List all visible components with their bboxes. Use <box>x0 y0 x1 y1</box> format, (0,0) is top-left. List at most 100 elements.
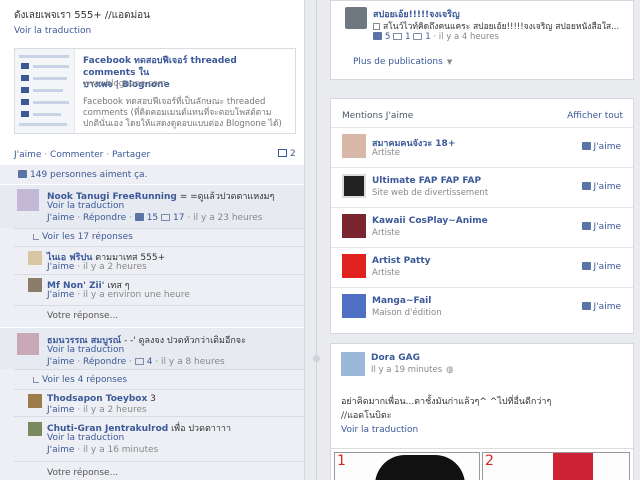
liked-page-item[interactable]: Manga~Fail Maison d'édition J'aime <box>331 287 633 327</box>
reply-icon <box>134 358 144 365</box>
see-translation-link[interactable]: Voir la traduction <box>14 26 91 36</box>
comment-item: Nook Tanugi FreeRunning = =ดูแล้วปวดตาแห… <box>0 184 304 228</box>
comic-panel: 2 <box>482 452 630 480</box>
comment-text: 3 <box>147 394 156 404</box>
see-translation-link[interactable]: Voir la traduction <box>47 433 124 443</box>
thumbs-up-icon <box>581 302 591 310</box>
like-comment-link[interactable]: J'aime <box>47 290 74 300</box>
reply-item: ไนเอ ฟริปน ตามมาเทส 555+ J'aime · il y a… <box>0 247 304 274</box>
comment-count[interactable]: 2 <box>278 149 296 159</box>
see-translation-link[interactable]: Voir la traduction <box>47 345 124 355</box>
avatar[interactable] <box>28 394 42 408</box>
post-image[interactable]: 1 2 <box>331 448 633 480</box>
reply-item: Mf Non' Zii' เทส ๆ J'aime · il y a envir… <box>0 275 304 305</box>
thumbs-up-icon <box>581 182 591 190</box>
comment-timestamp: il y a 23 heures <box>193 213 263 223</box>
comment-likes-count[interactable]: 15 <box>134 213 158 223</box>
view-replies-link[interactable]: Voir les 4 réponses <box>33 375 127 385</box>
reply-input[interactable]: Votre réponse... <box>47 468 118 478</box>
like-comment-link[interactable]: J'aime <box>47 213 74 223</box>
liked-page-item[interactable]: Ultimate FAP FAP FAP Site web de diverti… <box>331 167 633 207</box>
share-icon <box>413 33 423 40</box>
comment-timestamp: il y a 16 minutes <box>83 445 159 455</box>
avatar[interactable] <box>28 251 42 265</box>
comic-panel: 1 <box>334 452 480 480</box>
thumbs-up-icon <box>134 213 144 221</box>
shared-link-card[interactable]: Facebook ทดสอบฟีเจอร์ threaded comments … <box>14 48 296 134</box>
page-name[interactable]: Kawaii CosPlay~Anime <box>372 216 488 226</box>
shared-link-description: Facebook ทดสอบฟีเจอร์ที่เป็นลักษณะ threa… <box>83 97 282 129</box>
avatar[interactable] <box>28 422 42 436</box>
avatar[interactable] <box>345 7 367 29</box>
reply-arrow-icon <box>33 234 39 240</box>
comment-item: ธมนวรรณ สมบูรณ์ - -' ดูลงจง ปวดหัวกว่าเด… <box>0 327 304 369</box>
globe-icon: ◍ <box>446 365 454 375</box>
post-text: อย่าคิดมากเพื่อน...ตาชั้งมันก่าแล้วๆ^ ^ไ… <box>341 397 552 421</box>
comment-icon <box>278 149 287 157</box>
likes-summary[interactable]: 149 personnes aiment ça. <box>0 164 304 184</box>
reply-item: Chuti-Gran Jentrakulrod เพื่อ ปวดตาาาา V… <box>0 417 304 461</box>
more-posts-link[interactable]: Plus de publications ▼ <box>353 57 452 67</box>
thumbs-up-icon <box>373 32 382 40</box>
reply-link[interactable]: Répondre <box>83 213 126 223</box>
comment-replies-count[interactable]: 17 <box>161 213 184 223</box>
like-page-button[interactable]: J'aime <box>581 262 621 272</box>
recent-posts-card: สปอยเอ้ย!!!!!จงเจริญ สโนว์ไวท์คิดถึงคนแค… <box>330 0 634 80</box>
liked-page-item[interactable]: Kawaii CosPlay~Anime Artiste J'aime <box>331 207 633 247</box>
see-translation-link[interactable]: Voir la traduction <box>47 201 124 211</box>
liked-page-item[interactable]: สมาคมคนจังวะ 18+ Artiste J'aime <box>331 127 633 167</box>
page-thumbnail[interactable] <box>342 174 366 198</box>
dora-gag-post: Dora GAG Il y a 19 minutes ◍ อย่าคิดมากเพ… <box>330 343 634 480</box>
page-thumbnail[interactable] <box>342 254 366 278</box>
page-thumbnail[interactable] <box>342 214 366 238</box>
shared-link-thumbnail <box>15 49 75 133</box>
page-category: Maison d'édition <box>372 308 442 318</box>
show-all-link[interactable]: Afficher tout <box>567 111 623 121</box>
page-category: Artiste <box>372 268 400 278</box>
view-replies-link[interactable]: Voir les 17 réponses <box>33 232 133 242</box>
comment-timestamp: il y a environ une heure <box>83 290 190 300</box>
like-post-link[interactable]: J'aime <box>14 150 41 160</box>
comment-replies-count[interactable]: 4 <box>134 357 152 367</box>
avatar[interactable] <box>28 278 42 292</box>
share-post-link[interactable]: Partager <box>112 150 150 160</box>
like-comment-link[interactable]: J'aime <box>47 445 74 455</box>
post-author[interactable]: Dora GAG <box>371 353 420 363</box>
comment-text: = =ดูแล้วปวดตาแหงมๆ <box>176 192 275 202</box>
comment-icon <box>393 33 403 40</box>
page-name[interactable]: Manga~Fail <box>372 296 431 306</box>
story-text[interactable]: สโนว์ไวท์คิดถึงคนแคระ สปอยเอ้ย!!!!!จงเจร… <box>373 19 623 33</box>
reply-arrow-icon <box>33 377 39 383</box>
shared-link-url: www.blognone.com <box>83 79 167 89</box>
reply-link[interactable]: Répondre <box>83 357 126 367</box>
page-thumbnail[interactable] <box>342 294 366 318</box>
page-thumbnail[interactable] <box>342 134 366 158</box>
like-page-button[interactable]: J'aime <box>581 222 621 232</box>
comment-timestamp: il y a 8 heures <box>161 357 225 367</box>
like-page-button[interactable]: J'aime <box>581 182 621 192</box>
like-comment-link[interactable]: J'aime <box>47 262 74 272</box>
reply-input[interactable]: Votre réponse... <box>47 311 118 321</box>
thumbs-up-icon <box>581 262 591 270</box>
page-category: Artiste <box>372 228 400 238</box>
avatar[interactable] <box>17 189 39 211</box>
reply-item: Thodsapon Toeybox 3 J'aime · il y a 2 he… <box>0 390 304 416</box>
post-text: ดังเลยเพจเรา 555+ //แอดม่อน <box>14 10 150 21</box>
comment-timestamp: il y a 2 heures <box>83 405 147 415</box>
like-comment-link[interactable]: J'aime <box>47 405 74 415</box>
see-translation-link[interactable]: Voir la traduction <box>341 425 418 435</box>
avatar[interactable] <box>341 352 365 376</box>
like-page-button[interactable]: J'aime <box>581 302 621 312</box>
post-timestamp[interactable]: Il y a 19 minutes ◍ <box>371 365 454 375</box>
page-name[interactable]: Artist Patty <box>372 256 430 266</box>
comment-post-link[interactable]: Commenter <box>50 150 103 160</box>
thumbs-up-icon <box>581 142 591 150</box>
page-name[interactable]: Ultimate FAP FAP FAP <box>372 176 481 186</box>
like-comment-link[interactable]: J'aime <box>47 357 74 367</box>
story-meta: 5 1 1 · il y a 4 heures <box>373 32 499 42</box>
liked-page-item[interactable]: Artist Patty Artiste J'aime <box>331 247 633 287</box>
comment-text: เพื่อ ปวดตาาาา <box>168 424 232 434</box>
comment-text: - -' ดูลงจง ปวดหัวกว่าเดิมอีกจะ <box>121 336 246 346</box>
like-page-button[interactable]: J'aime <box>581 142 621 152</box>
avatar[interactable] <box>17 333 39 355</box>
